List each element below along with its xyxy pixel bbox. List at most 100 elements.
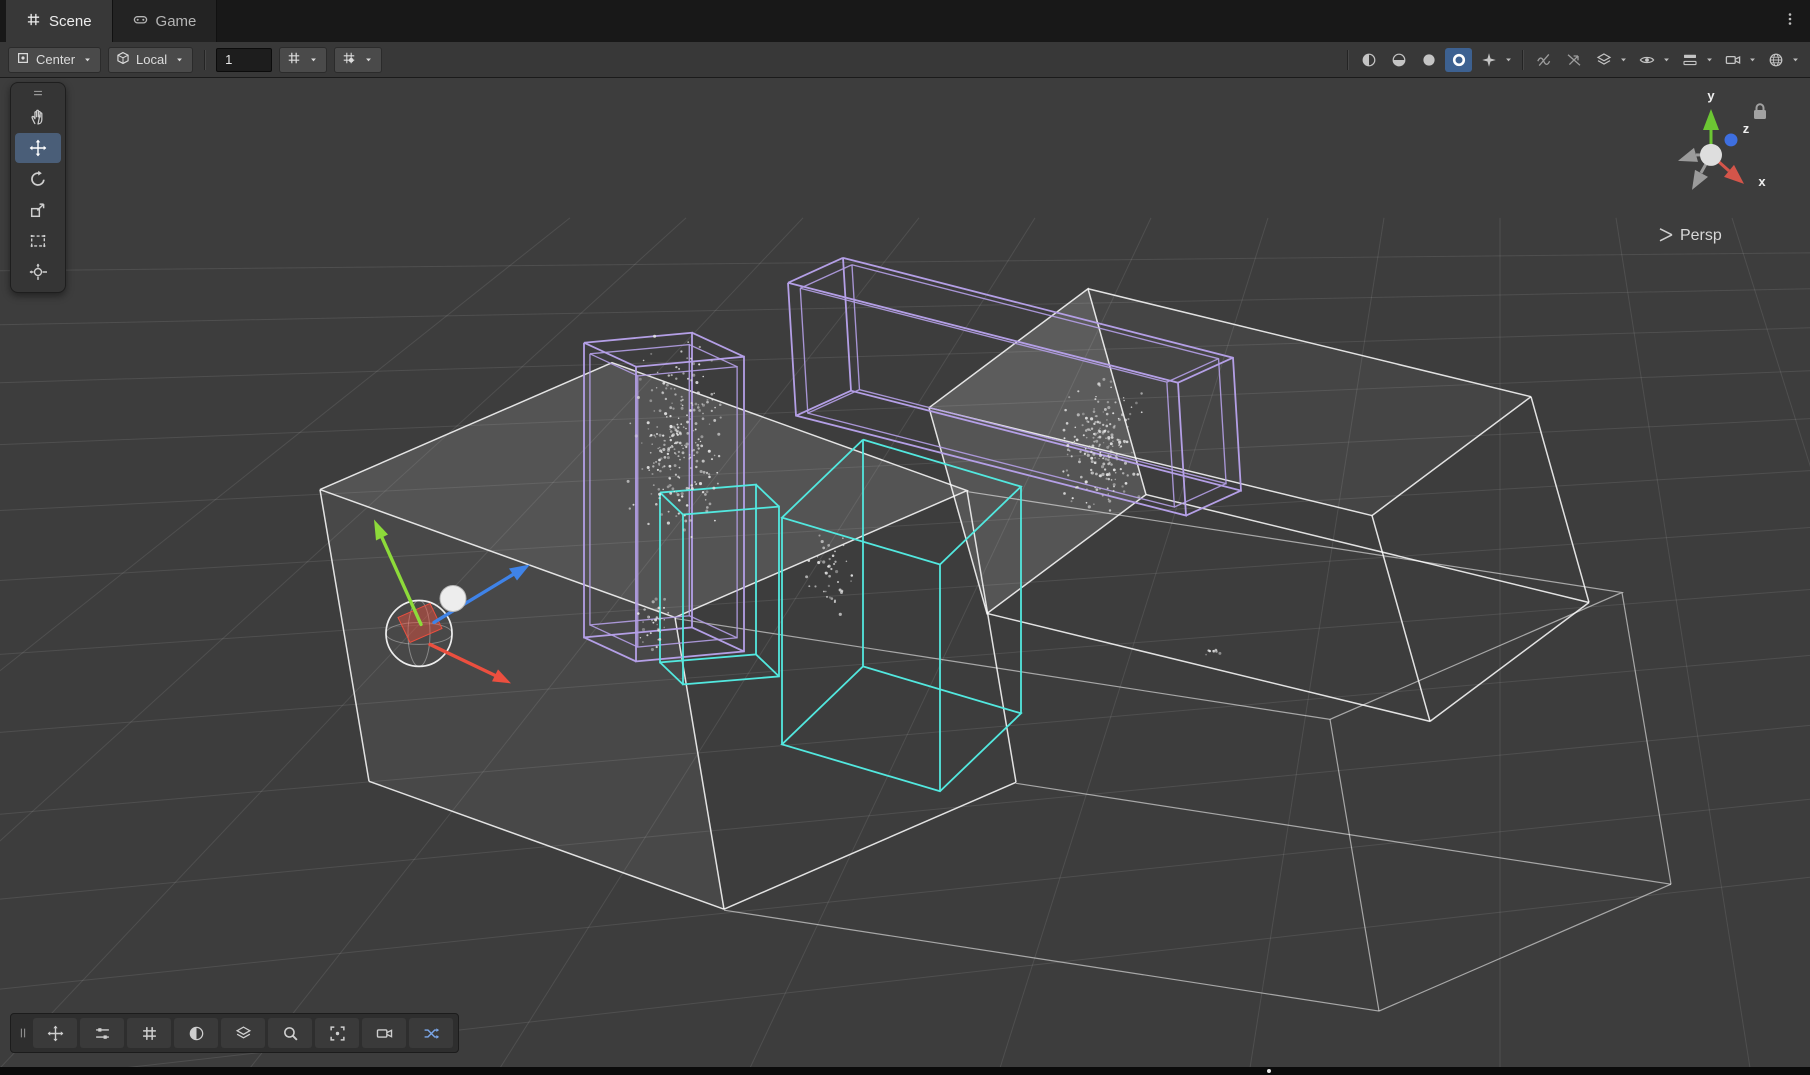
frame-overlay-button[interactable]: [315, 1018, 359, 1048]
move-tool-button[interactable]: [15, 133, 61, 163]
sphere-half-bottom-icon: [1391, 52, 1407, 68]
white-slab-right[interactable]: [929, 289, 1589, 722]
camera-mute-button[interactable]: [1560, 48, 1587, 72]
axis-label-z: z: [1743, 121, 1750, 136]
game-tab-icon: [133, 12, 148, 31]
caret-icon: [363, 54, 374, 65]
effects-toggle-button[interactable]: [1445, 48, 1472, 72]
grid-visibility-button[interactable]: [279, 47, 327, 73]
camera-menu-caret[interactable]: [1746, 48, 1759, 72]
toolbar-right-group: [1343, 48, 1802, 72]
lighting-toggle-button[interactable]: [1385, 48, 1412, 72]
scene-tab-icon: [26, 12, 41, 31]
gizmos-menu-caret[interactable]: [1789, 48, 1802, 72]
layers-menu-group: [1590, 48, 1630, 72]
particles-menu-button[interactable]: [1475, 48, 1502, 72]
tab-game-label: Game: [156, 13, 197, 30]
camera-menu-button[interactable]: [1719, 48, 1746, 72]
camera-icon: [376, 1025, 393, 1042]
layers-menu-button[interactable]: [1590, 48, 1617, 72]
z-axis-dot[interactable]: [1725, 133, 1738, 146]
layers-overlay-button[interactable]: [221, 1018, 265, 1048]
snap-settings-button[interactable]: [334, 47, 382, 73]
gizmos-menu-button[interactable]: [1762, 48, 1789, 72]
lock-icon[interactable]: [1754, 104, 1766, 119]
camera-overlay-button[interactable]: [362, 1018, 406, 1048]
caret-icon: [308, 54, 319, 65]
rect-tool-button[interactable]: [15, 226, 61, 256]
animation-mute-button[interactable]: [1530, 48, 1557, 72]
toolbar-separator: [1347, 50, 1348, 70]
vgrip-icon: [16, 1026, 30, 1040]
move-icon: [47, 1025, 64, 1042]
layers-icon: [235, 1025, 252, 1042]
pivot-mode-button[interactable]: Center: [8, 47, 101, 73]
transform-tool-button[interactable]: [15, 257, 61, 287]
grid-icon: [141, 1025, 158, 1042]
orientation-mode-label: Local: [136, 52, 167, 67]
toolbar-separator: [204, 50, 205, 70]
chevron-down-icon: [308, 54, 319, 65]
kebab-menu-icon: [1782, 11, 1798, 32]
pivot-icon: [16, 51, 30, 68]
hand-tool-button[interactable]: [15, 102, 61, 132]
scene-visibility-button[interactable]: [1633, 48, 1660, 72]
toolbar-separator: [1522, 50, 1523, 70]
caret-icon: [1503, 54, 1514, 65]
wave-slash-icon: [1536, 52, 1552, 68]
animation-mute-group: [1530, 48, 1557, 72]
shading-overlay-button[interactable]: [174, 1018, 218, 1048]
move-overlay-button[interactable]: [33, 1018, 77, 1048]
overlays-menu-caret[interactable]: [1703, 48, 1716, 72]
grip-lines-icon: [31, 86, 45, 100]
chevron-down-icon: [363, 54, 374, 65]
persp-label[interactable]: Persp: [1680, 227, 1722, 244]
caret-icon: [1747, 54, 1758, 65]
caret-icon: [82, 54, 93, 65]
shuffle-overlay-button[interactable]: [409, 1018, 453, 1048]
scene-viewport[interactable]: yzxPersp: [0, 78, 1810, 1067]
orientation-mode-button[interactable]: Local: [108, 47, 193, 73]
persp-icon: [1660, 229, 1672, 241]
overlays-menu-button[interactable]: [1676, 48, 1703, 72]
shading-mode-group: [1355, 48, 1382, 72]
grid-overlay-button[interactable]: [127, 1018, 171, 1048]
caret-icon: [1618, 54, 1629, 65]
stack-icon: [1682, 52, 1698, 68]
scale-tool-button[interactable]: [15, 195, 61, 225]
tab-game[interactable]: Game: [113, 0, 218, 42]
scene-visibility-caret[interactable]: [1660, 48, 1673, 72]
search-overlay-button[interactable]: [268, 1018, 312, 1048]
rotate-tool-button[interactable]: [15, 164, 61, 194]
tab-menu-button[interactable]: [1770, 0, 1810, 42]
palette-grip[interactable]: [11, 85, 65, 101]
grid-icon: [26, 12, 41, 27]
overlay-toolbar-grip[interactable]: [16, 1026, 30, 1040]
grid-icon: [287, 51, 301, 68]
rect-icon: [29, 232, 47, 250]
rotate-icon: [29, 170, 47, 188]
particles-menu-caret[interactable]: [1502, 48, 1515, 72]
camera-icon: [1725, 52, 1741, 68]
layers-menu-caret[interactable]: [1617, 48, 1630, 72]
orientation-gizmo[interactable]: yzxPersp: [1660, 88, 1766, 244]
sliders-overlay-button[interactable]: [80, 1018, 124, 1048]
caret-icon: [1661, 54, 1672, 65]
snap-increment-input[interactable]: [216, 48, 272, 72]
shuffle-icon: [423, 1025, 440, 1042]
cube-icon: [116, 51, 130, 68]
scene-overlay-toolbar: [10, 1013, 459, 1053]
camera-mute-group: [1560, 48, 1587, 72]
tab-scene[interactable]: Scene: [6, 0, 113, 42]
circle-filled-icon: [1421, 52, 1437, 68]
white-box-right-floor[interactable]: [675, 492, 1671, 1011]
free-move-sphere[interactable]: [440, 585, 466, 611]
caret-icon: [174, 54, 185, 65]
scene-visibility-group: [1633, 48, 1673, 72]
scene-canvas[interactable]: yzxPersp: [0, 78, 1810, 1067]
shading-mode-button[interactable]: [1355, 48, 1382, 72]
audio-toggle-button[interactable]: [1415, 48, 1442, 72]
pivot-icon: [16, 51, 30, 65]
effects-toggle-group: [1445, 48, 1472, 72]
move-icon: [29, 139, 47, 157]
